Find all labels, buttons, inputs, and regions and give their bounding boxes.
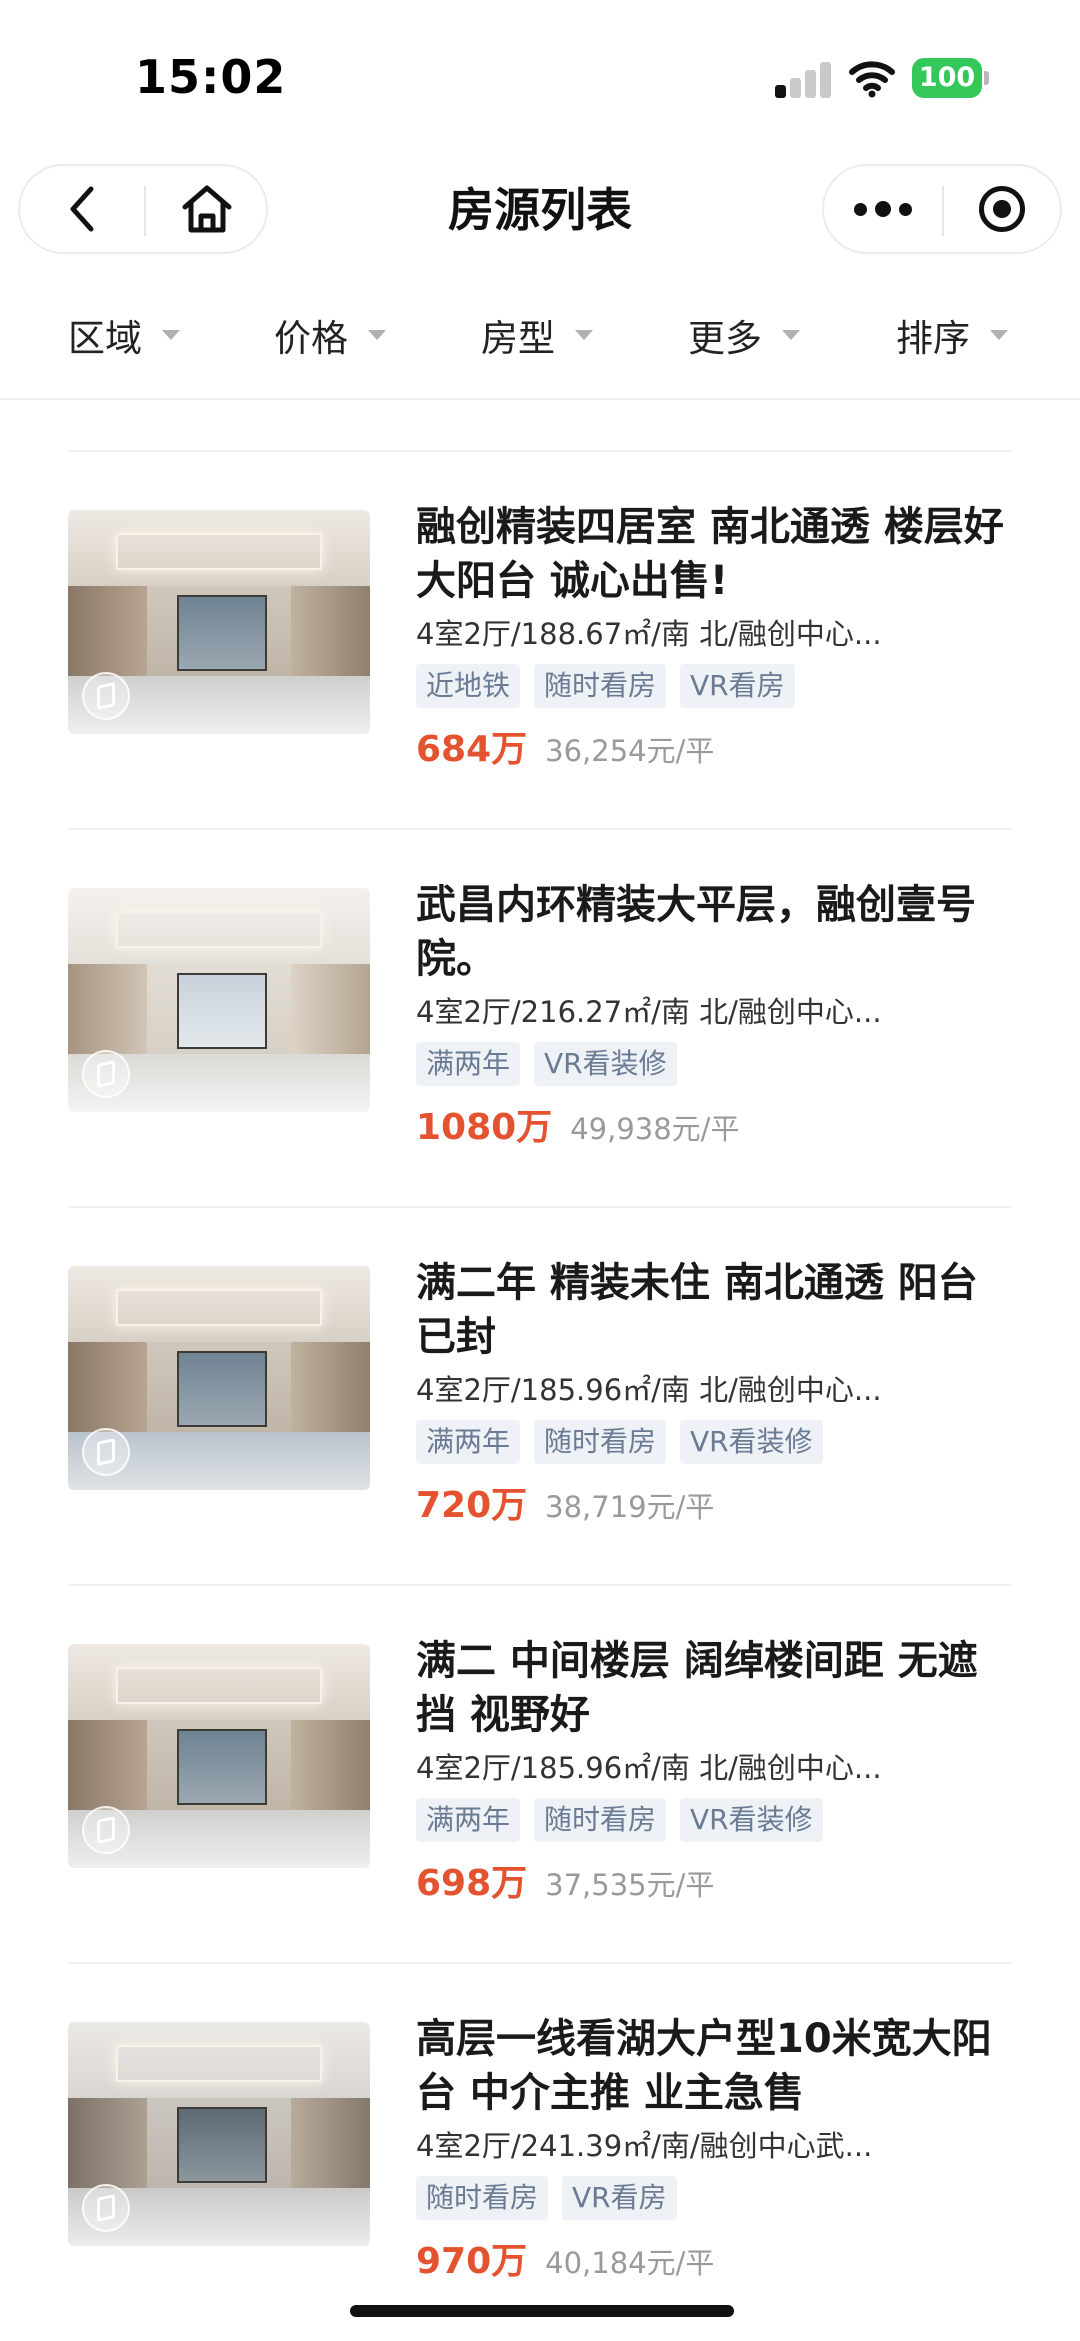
listing-tag: 满两年 <box>416 1798 521 1842</box>
home-button[interactable] <box>146 166 268 252</box>
filter-label: 价格 <box>274 317 348 360</box>
more-button[interactable] <box>824 166 942 252</box>
listing-tag: 随时看房 <box>534 1798 667 1842</box>
listing-tag: 随时看房 <box>534 664 667 708</box>
caret-down-icon <box>990 330 1008 340</box>
wifi-icon <box>849 61 895 98</box>
home-indicator[interactable] <box>350 2305 734 2317</box>
listing-photo[interactable] <box>68 510 370 734</box>
vr-icon <box>82 1050 130 1098</box>
status-bar: 15:02 100 <box>0 0 1080 150</box>
listing-price: 684万 <box>416 729 528 770</box>
listing-meta: 4室2厅/185.96㎡/南 北/融创中心... <box>416 1751 882 1785</box>
listing-tag: VR看房 <box>562 2176 677 2220</box>
listing-price: 1080万 <box>416 1107 553 1148</box>
nav-capsule-right <box>822 164 1062 254</box>
listing-price: 720万 <box>416 1485 528 1526</box>
listing-tags: 满两年 随时看房 VR看装修 <box>416 1420 1012 1464</box>
target-icon <box>979 186 1025 232</box>
listing-tag: VR看装修 <box>680 1420 823 1464</box>
more-dots-icon <box>854 202 867 216</box>
caret-down-icon <box>782 330 800 340</box>
listing-unit-price: 40,184元/平 <box>545 2246 715 2280</box>
listing-tag: 近地铁 <box>416 664 521 708</box>
filter-label: 房型 <box>481 317 555 360</box>
listing-tag: VR看装修 <box>534 1042 677 1086</box>
status-time: 15:02 <box>135 50 287 104</box>
listing-title: 满二年 精装未住 南北通透 阳台已封 <box>416 1260 978 1360</box>
listing-photo[interactable] <box>68 888 370 1112</box>
listing-title: 武昌内环精装大平层，融创壹号院。 <box>416 882 976 982</box>
listing-tag: 满两年 <box>416 1420 521 1464</box>
filter-area[interactable]: 区域 <box>68 285 180 385</box>
filter-more[interactable]: 更多 <box>688 285 800 385</box>
listing-tag: VR看装修 <box>680 1798 823 1842</box>
vr-icon <box>82 672 130 720</box>
listing-tags: 满两年 VR看装修 <box>416 1042 1012 1086</box>
cellular-signal-icon <box>775 60 833 98</box>
nav-capsule-left <box>18 164 268 254</box>
listing-title: 满二 中间楼层 阔绰楼间距 无遮挡 视野好 <box>416 1638 978 1738</box>
listing-tag: 随时看房 <box>416 2176 549 2220</box>
back-button[interactable] <box>20 166 144 252</box>
home-icon <box>182 185 232 233</box>
battery-level: 100 <box>912 58 982 98</box>
listing-meta: 4室2厅/241.39㎡/南/融创中心武... <box>416 2129 873 2163</box>
listing-unit-price: 49,938元/平 <box>570 1112 740 1146</box>
listing-item[interactable]: 武昌内环精装大平层，融创壹号院。 4室2厅/216.27㎡/南 北/融创中心..… <box>68 830 1012 1208</box>
filter-bar: 区域 价格 房型 更多 排序 <box>0 285 1080 400</box>
listing-tags: 近地铁 随时看房 VR看房 <box>416 664 1012 708</box>
listing-tag: VR看房 <box>680 664 795 708</box>
chevron-left-icon <box>70 186 94 232</box>
listing-photo[interactable] <box>68 2022 370 2246</box>
listing-tag: 随时看房 <box>534 1420 667 1464</box>
nav-bar: 房源列表 <box>0 150 1080 270</box>
listing-unit-price: 37,535元/平 <box>545 1868 715 1902</box>
listing-meta: 4室2厅/185.96㎡/南 北/融创中心... <box>416 1373 882 1407</box>
caret-down-icon <box>575 330 593 340</box>
listing-tags: 满两年 随时看房 VR看装修 <box>416 1798 1012 1842</box>
filter-label: 更多 <box>688 317 762 360</box>
listing-item[interactable]: 满二 中间楼层 阔绰楼间距 无遮挡 视野好 4室2厅/185.96㎡/南 北/融… <box>68 1586 1012 1964</box>
listing-unit-price: 38,719元/平 <box>545 1490 715 1524</box>
listing-item[interactable]: 融创精装四居室 南北通透 楼层好 大阳台 诚心出售! 4室2厅/188.67㎡/… <box>68 452 1012 830</box>
caret-down-icon <box>368 330 386 340</box>
listing-unit-price: 36,254元/平 <box>545 734 715 768</box>
listing-title: 融创精装四居室 南北通透 楼层好 大阳台 诚心出售! <box>416 504 1004 604</box>
listing-item[interactable]: 高层一线看湖大户型10米宽大阳台 中介主推 业主急售 4室2厅/241.39㎡/… <box>68 1964 1012 2341</box>
battery-icon: 100 <box>912 58 989 98</box>
listing-meta: 4室2厅/216.27㎡/南 北/融创中心... <box>416 995 882 1029</box>
close-miniprogram-button[interactable] <box>944 166 1060 252</box>
vr-icon <box>82 2184 130 2232</box>
listing-item[interactable]: 满二年 精装未住 南北通透 阳台已封 4室2厅/185.96㎡/南 北/融创中心… <box>68 1208 1012 1586</box>
listing-tag: 满两年 <box>416 1042 521 1086</box>
filter-sort[interactable]: 排序 <box>896 285 1008 385</box>
vr-icon <box>82 1428 130 1476</box>
listing-photo[interactable] <box>68 1644 370 1868</box>
listing-photo[interactable] <box>68 1266 370 1490</box>
filter-label: 区域 <box>68 317 142 360</box>
filter-label: 排序 <box>896 317 970 360</box>
listing-price: 970万 <box>416 2241 528 2282</box>
filter-layout[interactable]: 房型 <box>481 285 593 385</box>
filter-price[interactable]: 价格 <box>274 285 386 385</box>
listing-tags: 随时看房 VR看房 <box>416 2176 1012 2220</box>
vr-icon <box>82 1806 130 1854</box>
listing-meta: 4室2厅/188.67㎡/南 北/融创中心... <box>416 617 882 651</box>
listing-price: 698万 <box>416 1863 528 1904</box>
listing-title: 高层一线看湖大户型10米宽大阳台 中介主推 业主急售 <box>416 2016 992 2116</box>
caret-down-icon <box>162 330 180 340</box>
